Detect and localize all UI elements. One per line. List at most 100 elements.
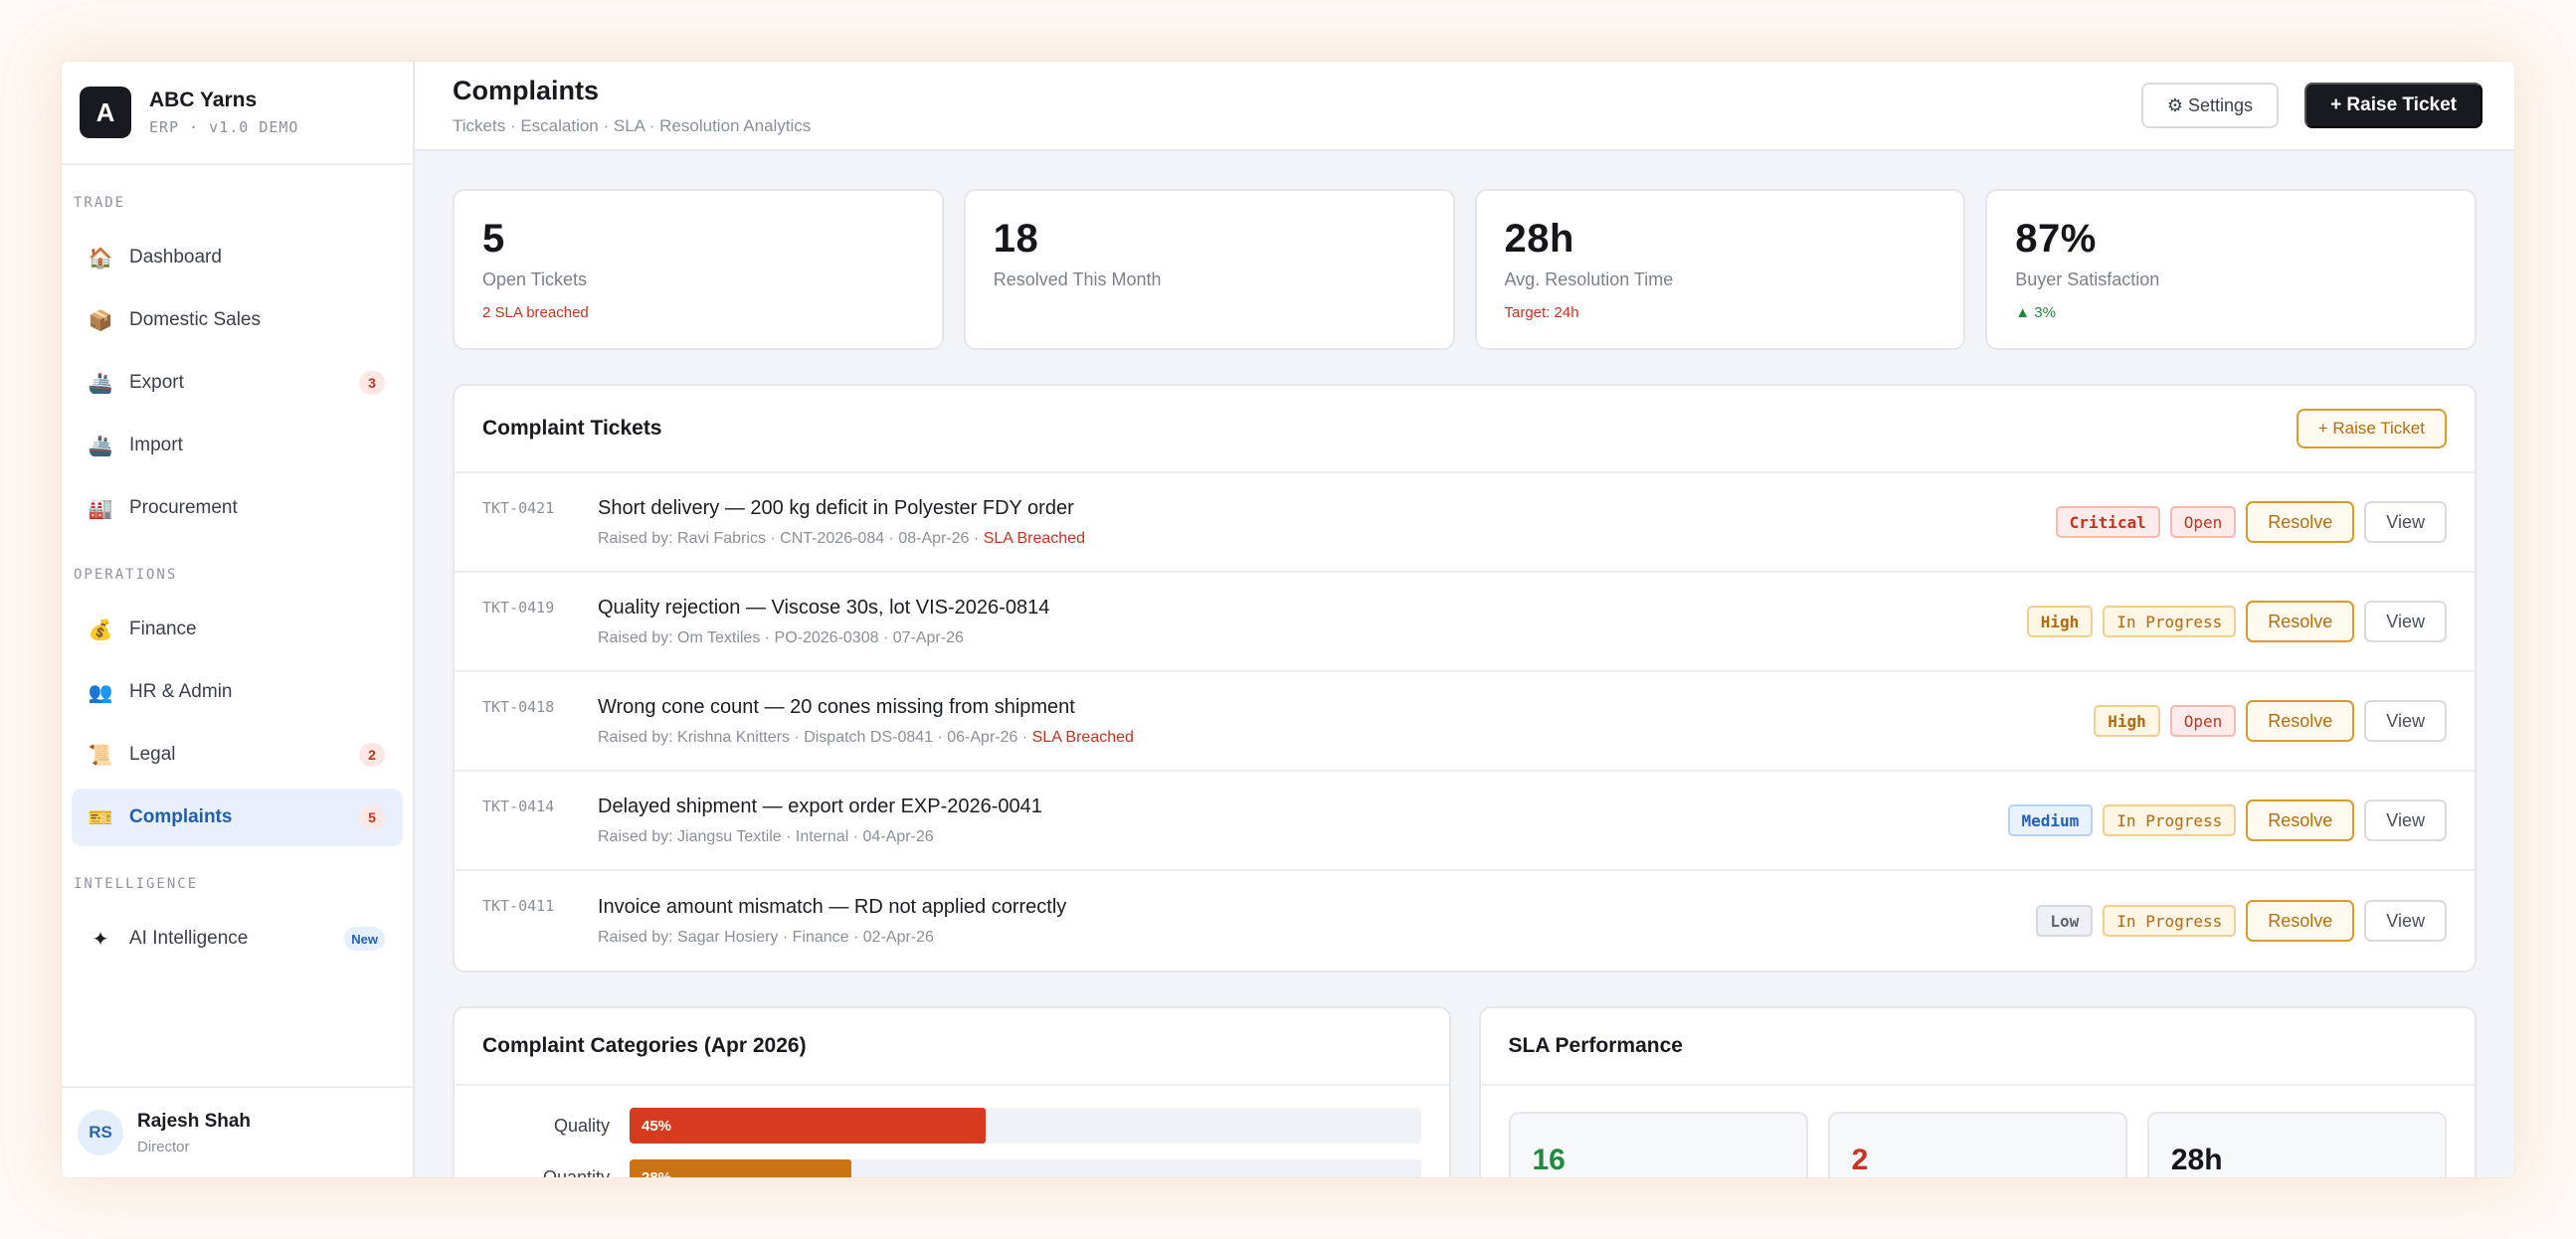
ship-icon: 🚢	[88, 372, 113, 395]
status-badge: In Progress	[2103, 905, 2237, 937]
bar-fill: 45%	[630, 1108, 986, 1144]
priority-badge: Medium	[2007, 804, 2094, 836]
stat-label: Buyer Satisfaction	[2015, 269, 2160, 289]
resolve-button[interactable]: Resolve	[2246, 501, 2355, 543]
user-profile[interactable]: RS Rajesh Shah Director	[62, 1086, 413, 1177]
scroll-icon: 📜	[88, 744, 113, 767]
new-badge: New	[344, 927, 385, 951]
card-title: Complaint Categories (Apr 2026)	[482, 1034, 807, 1057]
ticket-meta: Raised by: Ravi Fabrics · CNT-2026-084 ·…	[598, 529, 984, 547]
sidebar-item-legal[interactable]: 📜 Legal 2	[72, 726, 403, 784]
stat-note: 2 SLA breached	[482, 304, 589, 321]
sidebar-item-procurement[interactable]: 🏭 Procurement	[72, 479, 403, 537]
count-badge: 2	[359, 743, 385, 767]
sparkle-icon: ✦	[92, 928, 109, 951]
sidebar-item-label: Domestic Sales	[129, 309, 261, 330]
category-bars: Quality 45% Quantity 28%	[455, 1086, 1449, 1177]
priority-badge: Low	[2036, 905, 2094, 937]
sla-value: 28h	[2170, 1144, 2223, 1176]
sidebar-item-import[interactable]: 🚢 Import	[72, 417, 403, 474]
page-subtitle: Tickets · Escalation · SLA · Resolution …	[453, 115, 812, 135]
table-row[interactable]: TKT-0418 Wrong cone count — 20 cones mis…	[455, 672, 2475, 772]
raise-ticket-button[interactable]: + Raise Ticket	[2304, 83, 2483, 128]
stat-note: Target: 24h	[1504, 304, 1579, 321]
category-bar-row: Quality 45%	[455, 1100, 1449, 1151]
sla-breach-label: SLA Breached	[1031, 728, 1134, 746]
stat-value: 28h	[1504, 217, 1574, 261]
status-badge: In Progress	[2103, 606, 2237, 637]
sidebar-item-label: Finance	[129, 619, 197, 639]
settings-button[interactable]: ⚙ Settings	[2140, 83, 2280, 128]
nav-section-intelligence: INTELLIGENCE	[74, 876, 199, 892]
resolve-button[interactable]: Resolve	[2246, 700, 2355, 742]
resolve-button[interactable]: Resolve	[2246, 900, 2355, 942]
sidebar-item-domestic-sales[interactable]: 📦 Domestic Sales	[72, 291, 403, 349]
sidebar-item-label: Procurement	[129, 497, 238, 518]
sidebar-item-dashboard[interactable]: 🏠 Dashboard	[72, 229, 403, 286]
sla-box: 16	[1508, 1112, 1808, 1177]
priority-badge: High	[2026, 606, 2094, 637]
sla-box: 2	[1827, 1112, 2127, 1177]
ticket-meta: Raised by: Jiangsu Textile · Internal · …	[598, 827, 934, 845]
ticket-id: TKT-0421	[482, 499, 555, 517]
brand-name: ABC Yarns	[149, 88, 258, 111]
status-badge: Open	[2169, 506, 2237, 538]
resolve-button[interactable]: Resolve	[2246, 799, 2355, 841]
resolve-button[interactable]: Resolve	[2246, 601, 2355, 642]
raise-ticket-card-button[interactable]: + Raise Ticket	[2296, 409, 2447, 448]
brand-logo[interactable]: A	[80, 87, 131, 138]
table-row[interactable]: TKT-0421 Short delivery — 200 kg deficit…	[455, 473, 2475, 573]
sidebar-item-label: Dashboard	[129, 247, 222, 267]
avatar: RS	[78, 1110, 123, 1155]
view-button[interactable]: View	[2364, 700, 2447, 742]
user-name: Rajesh Shah	[137, 1110, 252, 1132]
user-role: Director	[137, 1138, 190, 1155]
ticket-icon: 🎫	[88, 806, 113, 829]
view-button[interactable]: View	[2364, 501, 2447, 543]
stat-label: Resolved This Month	[993, 269, 1162, 289]
ticket-id: TKT-0414	[482, 797, 555, 815]
sidebar-item-label: Complaints	[129, 806, 233, 827]
status-badge: In Progress	[2103, 804, 2237, 836]
factory-icon: 🏭	[88, 497, 113, 520]
table-row[interactable]: TKT-0414 Delayed shipment — export order…	[455, 772, 2475, 871]
ticket-title: Short delivery — 200 kg deficit in Polye…	[598, 496, 1074, 519]
table-row[interactable]: TKT-0411 Invoice amount mismatch — RD no…	[455, 871, 2475, 971]
sla-value: 2	[1851, 1144, 1869, 1176]
sidebar-item-ai-intelligence[interactable]: ✦ AI Intelligence New	[72, 910, 403, 968]
nav-section-operations: OPERATIONS	[74, 567, 178, 583]
view-button[interactable]: View	[2364, 799, 2447, 841]
sla-box: 28h	[2146, 1112, 2448, 1177]
ticket-meta: Raised by: Sagar Hosiery · Finance · 02-…	[598, 928, 934, 946]
sidebar-item-export[interactable]: 🚢 Export 3	[72, 354, 403, 412]
category-bar-row: Quantity 28%	[455, 1151, 1449, 1177]
stat-card-satisfaction: 87% Buyer Satisfaction ▲ 3%	[1985, 189, 2477, 350]
stat-card-open-tickets: 5 Open Tickets 2 SLA breached	[453, 189, 944, 350]
sidebar-item-label: Import	[129, 435, 183, 455]
card-title: SLA Performance	[1508, 1034, 1683, 1057]
ticket-title: Wrong cone count — 20 cones missing from…	[598, 695, 1075, 718]
sidebar-item-label: AI Intelligence	[129, 928, 249, 949]
view-button[interactable]: View	[2364, 900, 2447, 942]
card-title: Complaint Tickets	[482, 417, 662, 440]
sidebar-item-finance[interactable]: 💰 Finance	[72, 601, 403, 658]
ticket-title: Quality rejection — Viscose 30s, lot VIS…	[598, 596, 1050, 619]
table-row[interactable]: TKT-0419 Quality rejection — Viscose 30s…	[455, 573, 2475, 672]
page-title: Complaints	[453, 75, 600, 105]
bar-track: 28%	[630, 1159, 1421, 1177]
sidebar-item-hr-admin[interactable]: 👥 HR & Admin	[72, 663, 403, 721]
stat-card-resolved: 18 Resolved This Month	[963, 189, 1455, 350]
bar-label: Quality	[553, 1115, 610, 1136]
brand-version: ERP · v1.0 DEMO	[149, 118, 299, 136]
ticket-title: Delayed shipment — export order EXP-2026…	[598, 795, 1042, 817]
sidebar-item-complaints[interactable]: 🎫 Complaints 5	[72, 789, 403, 846]
view-button[interactable]: View	[2364, 601, 2447, 642]
ticket-id: TKT-0419	[482, 599, 555, 617]
priority-badge: High	[2094, 705, 2160, 737]
sidebar-item-label: Export	[129, 372, 184, 393]
sla-breach-label: SLA Breached	[983, 529, 1085, 547]
count-badge: 3	[359, 371, 385, 395]
count-badge: 5	[359, 805, 385, 829]
stats-row: 5 Open Tickets 2 SLA breached 18 Resolve…	[453, 189, 2477, 350]
stat-label: Open Tickets	[482, 269, 588, 289]
